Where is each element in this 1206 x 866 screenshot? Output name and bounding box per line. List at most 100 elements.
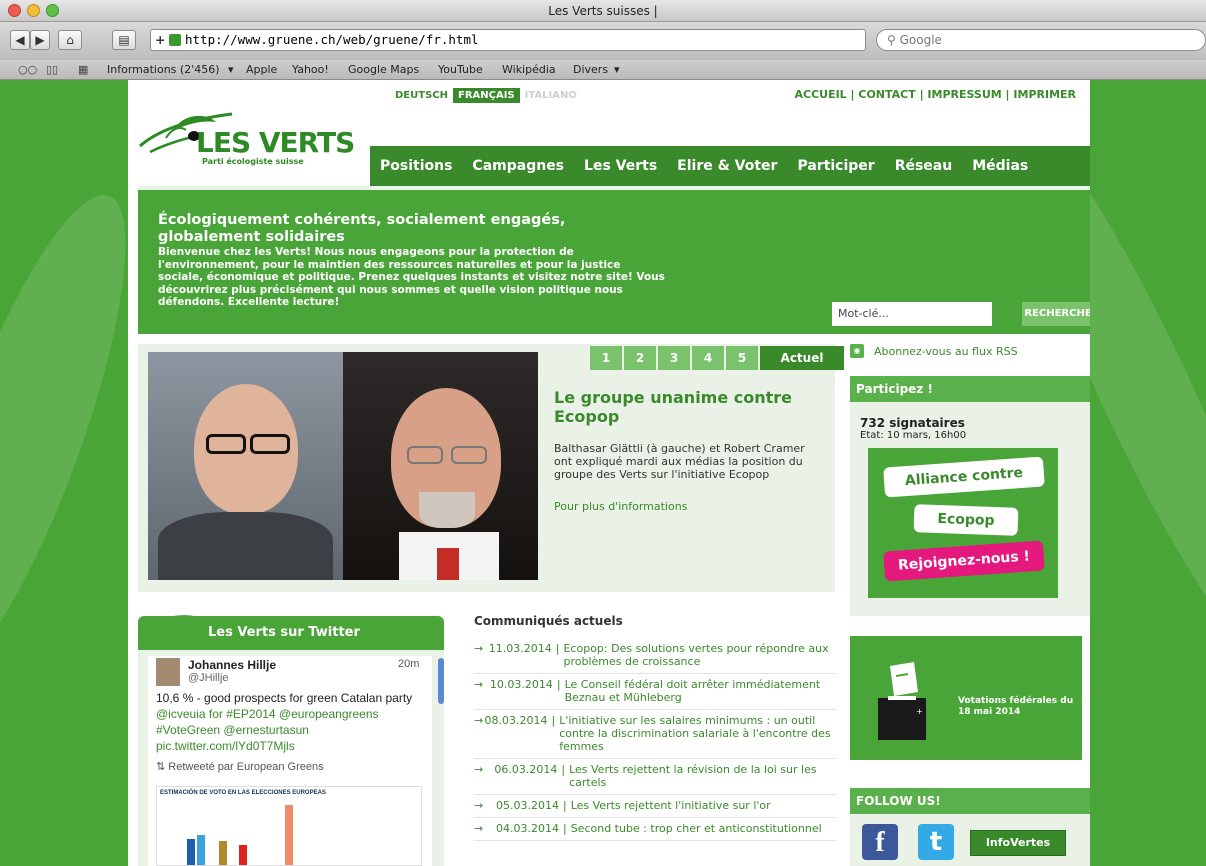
top-links[interactable]: ACCUEIL | CONTACT | IMPRESSUM | IMPRIMER	[794, 88, 1076, 101]
tweet-hashtags[interactable]: #VoteGreen @ernesturtasun	[156, 722, 422, 738]
photo-balthasar-glattli[interactable]	[148, 352, 343, 580]
list-item[interactable]: → 04.03.2014 | Second tube : trop cher et a…	[474, 818, 836, 841]
tweet-author-handle[interactable]: @JHillje	[188, 672, 229, 684]
facebook-icon[interactable]: f	[862, 824, 898, 860]
twitter-header: Les Verts sur Twitter	[138, 616, 444, 650]
bookmark-dropdown-icon[interactable]: ▾	[228, 60, 234, 79]
retweet-icon: ⇅	[156, 761, 169, 773]
arrow-right-icon: →	[474, 763, 484, 776]
browser-toolbar: ◀ ▶ ⌂ ▤ + http://www.gruene.ch/web/gruen…	[0, 22, 1206, 60]
address-bar[interactable]: + http://www.gruene.ch/web/gruene/fr.htm…	[150, 29, 1004, 51]
tweet-pic-link[interactable]: pic.twitter.com/lYd0T7Mjls	[156, 738, 422, 754]
logo-subtitle: Parti écologiste suisse	[202, 157, 304, 166]
rss-icon: ◉	[850, 344, 864, 358]
close-window-button[interactable]	[8, 4, 21, 17]
lang-deutsch-link[interactable]: DEUTSCH	[390, 88, 453, 103]
hero-text: Bienvenue chez les Verts! Nous nous enga…	[158, 246, 665, 308]
slide-tab-actuel[interactable]: Actuel	[760, 346, 844, 370]
forward-button[interactable]: ▶	[30, 30, 50, 50]
back-button[interactable]: ◀	[10, 30, 30, 50]
home-button[interactable]: ⌂	[58, 30, 82, 50]
votations-banner[interactable]: + Votations fédérales du 18 mai 2014	[850, 636, 1082, 760]
tweet-time: 20m	[398, 658, 420, 670]
minimize-window-button[interactable]	[27, 4, 40, 17]
lang-francais-link[interactable]: FRANÇAIS	[452, 88, 520, 103]
nav-elire-voter[interactable]: Elire & Voter	[677, 158, 777, 174]
list-item[interactable]: → 08.03.2014 | L'initiative sur les salaire…	[474, 710, 836, 759]
bookmark-apple[interactable]: Apple	[246, 60, 277, 79]
google-search-input[interactable]: ⚲ Google	[876, 29, 1206, 51]
list-item[interactable]: → 11.03.2014 | Ecopop: Des solutions vertes…	[474, 638, 836, 674]
search-button[interactable]: RECHERCHE	[1022, 302, 1090, 326]
rss-link[interactable]: ◉ Abonnez-vous au flux RSS	[850, 344, 1018, 358]
bookmarks-book-icon[interactable]: ▯▯	[46, 60, 58, 79]
follow-us-panel: FOLLOW US! f t InfoVertes	[850, 788, 1090, 866]
nav-reseau[interactable]: Réseau	[895, 158, 953, 174]
slide-tab-2[interactable]: 2	[624, 346, 656, 370]
tweet-mentions[interactable]: @icveuia for #EP2014 @europeangreens	[156, 706, 422, 722]
webpage: DEUTSCH FRANÇAIS ITALIANO ACCUEIL | CONT…	[128, 80, 1090, 866]
list-item[interactable]: → 10.03.2014 | Le Conseil fédéral doit arrê…	[474, 674, 836, 710]
twitter-icon[interactable]: t	[918, 824, 954, 860]
zoom-window-button[interactable]	[46, 4, 59, 17]
logo-text[interactable]: LES VERTS	[196, 126, 355, 159]
infovertes-button[interactable]: InfoVertes	[970, 830, 1066, 856]
nav-campagnes[interactable]: Campagnes	[472, 158, 564, 174]
tweet-author-name[interactable]: Johannes Hillje	[188, 658, 276, 672]
alliance-ecopop-banner[interactable]: Alliance contre Ecopop Rejoignez-nous !	[868, 448, 1058, 598]
arrow-right-icon: →	[474, 822, 484, 835]
arrow-right-icon: →	[474, 642, 484, 655]
window-controls[interactable]	[8, 4, 59, 17]
bookmark-informations[interactable]: Informations (2'456)	[107, 60, 220, 79]
lang-italiano-link[interactable]: ITALIANO	[520, 88, 582, 103]
hero-banner: Écologiquement cohérents, socialement en…	[138, 186, 1090, 334]
keyword-search-input[interactable]: Mot-clé...	[832, 302, 992, 326]
twitter-body: Johannes Hillje 20m @JHillje 10,6 % - go…	[138, 650, 444, 866]
votations-text: Votations fédérales du 18 mai 2014	[958, 696, 1074, 717]
window-title: Les Verts suisses |	[548, 4, 658, 18]
photo-robert-cramer[interactable]	[343, 352, 538, 580]
search-icon: ⚲	[887, 33, 900, 47]
nav-medias[interactable]: Médias	[972, 158, 1028, 174]
svg-text:+: +	[916, 707, 923, 716]
tweet-image[interactable]: ESTIMACIÓN DE VOTO EN LAS ELECCIONES EUR…	[156, 786, 422, 866]
slide-tab-1[interactable]: 1	[590, 346, 622, 370]
add-bookmark-icon[interactable]: +	[155, 30, 165, 50]
slide-tabs: 1 2 3 4 5 Actuel	[590, 346, 846, 370]
slide-tab-5[interactable]: 5	[726, 346, 758, 370]
nav-participer[interactable]: Participer	[797, 158, 874, 174]
list-item[interactable]: → 05.03.2014 | Les Verts rejettent l'initia…	[474, 795, 836, 818]
feature-slideshow: 1 2 3 4 5 Actuel Le groupe unanime contr…	[138, 344, 844, 592]
main-navigation: Positions Campagnes Les Verts Elire & Vo…	[370, 146, 1090, 186]
list-item[interactable]: → 06.03.2014 | Les Verts rejettent la révis…	[474, 759, 836, 795]
feature-text: Balthasar Glättli (à gauche) et Robert C…	[554, 442, 805, 481]
signature-count: 732 signataires	[860, 416, 965, 430]
hero-title: Écologiquement cohérents, socialement en…	[158, 212, 566, 245]
favicon-icon	[169, 34, 181, 46]
tweet[interactable]: Johannes Hillje 20m @JHillje 10,6 % - go…	[148, 656, 432, 866]
twitter-scrollbar[interactable]	[438, 658, 444, 704]
rss-label: Abonnez-vous au flux RSS	[874, 344, 1018, 358]
arrow-right-icon: →	[474, 799, 484, 812]
bookmark-dropdown-icon[interactable]: ▾	[614, 60, 620, 79]
top-sites-grid-icon[interactable]: ▦	[78, 60, 88, 79]
arrow-right-icon: →	[474, 678, 484, 691]
bookmark-wikipedia[interactable]: Wikipédia	[502, 60, 556, 79]
bookmark-google-maps[interactable]: Google Maps	[348, 60, 419, 79]
slide-tab-3[interactable]: 3	[658, 346, 690, 370]
nav-les-verts[interactable]: Les Verts	[584, 158, 657, 174]
nav-positions[interactable]: Positions	[380, 158, 452, 174]
feature-title[interactable]: Le groupe unanime contre Ecopop	[554, 388, 814, 426]
url-text: http://www.gruene.ch/web/gruene/fr.html	[185, 32, 479, 47]
bookmark-youtube[interactable]: YouTube	[438, 60, 483, 79]
avatar[interactable]	[156, 658, 180, 686]
reading-list-icon[interactable]: ○○	[18, 60, 37, 79]
feature-more-link[interactable]: Pour plus d'informations	[554, 500, 687, 513]
language-switcher: DEUTSCH FRANÇAIS ITALIANO	[390, 88, 582, 103]
bookmark-divers[interactable]: Divers	[573, 60, 608, 79]
follow-us-header: FOLLOW US!	[850, 788, 1090, 814]
print-button[interactable]: ▤	[112, 30, 136, 50]
slide-tab-4[interactable]: 4	[692, 346, 724, 370]
bookmark-yahoo[interactable]: Yahoo!	[292, 60, 329, 79]
bookmarks-bar: ○○ ▯▯ ▦ Informations (2'456) ▾ Apple Yah…	[0, 60, 1206, 80]
